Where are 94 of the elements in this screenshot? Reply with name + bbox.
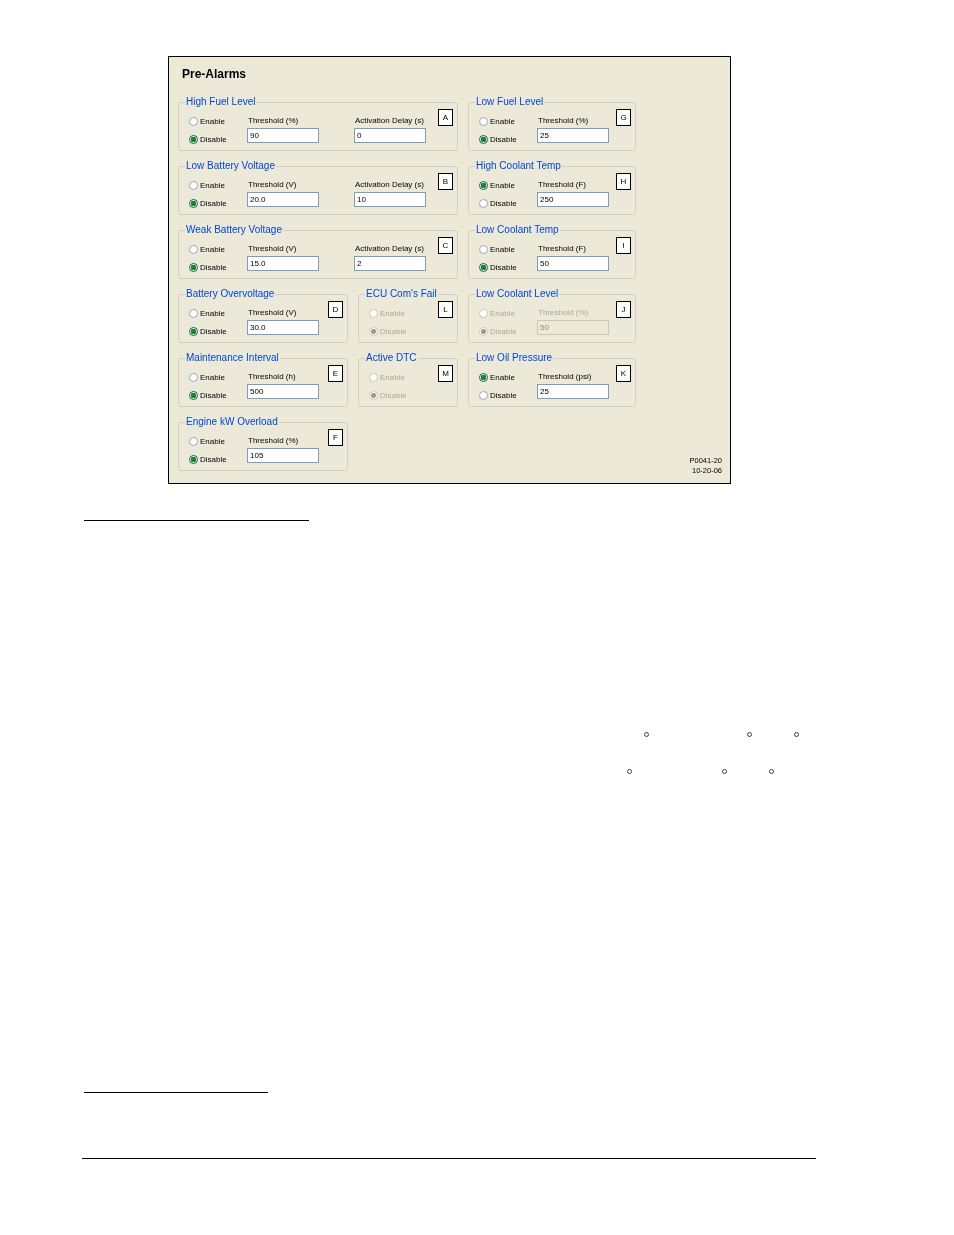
enable-radio[interactable]: Enable	[189, 368, 225, 386]
threshold-field[interactable]: 90	[247, 128, 319, 143]
threshold-field[interactable]: 30.0	[247, 320, 319, 335]
radio-icon[interactable]	[189, 454, 198, 464]
threshold-label: Threshold (F)	[538, 180, 586, 190]
group-title: Active DTC	[365, 352, 418, 364]
disable-radio[interactable]: Disable	[189, 194, 227, 212]
callout-letter: F	[328, 429, 343, 446]
enable-radio[interactable]: Enable	[189, 304, 225, 322]
delay-label: Activation Delay (s)	[355, 180, 424, 190]
radio-icon[interactable]	[189, 262, 198, 272]
radio-icon[interactable]	[479, 116, 488, 126]
radio-icon[interactable]	[189, 372, 198, 382]
group-title: Low Coolant Temp	[475, 224, 560, 236]
radio-icon[interactable]	[479, 262, 488, 272]
group-title: High Fuel Level	[185, 96, 257, 108]
callout-letter: D	[328, 301, 343, 318]
enable-radio[interactable]: Enable	[189, 240, 225, 258]
enable-radio[interactable]: Enable	[189, 112, 225, 130]
callout-letter: A	[438, 109, 453, 126]
disable-radio[interactable]: Disable	[189, 322, 227, 340]
panel-title: Pre-Alarms	[182, 67, 247, 81]
group-title: Battery Overvoltage	[185, 288, 276, 300]
enable-radio[interactable]: Enable	[479, 112, 515, 130]
disable-radio[interactable]: Disable	[189, 258, 227, 276]
group-title: Weak Battery Voltage	[185, 224, 283, 236]
delay-label: Activation Delay (s)	[355, 116, 424, 126]
group-title: Low Oil Pressure	[475, 352, 554, 364]
radio-icon[interactable]	[189, 198, 198, 208]
threshold-field[interactable]: 25	[537, 128, 609, 143]
group-title: Low Fuel Level	[475, 96, 545, 108]
group-title: Low Battery Voltage	[185, 160, 276, 172]
callout-letter: C	[438, 237, 453, 254]
group-title: High Coolant Temp	[475, 160, 562, 172]
threshold-field[interactable]: 20.0	[247, 192, 319, 207]
threshold-field[interactable]: 25	[537, 384, 609, 399]
threshold-field[interactable]: 50	[537, 256, 609, 271]
threshold-label: Threshold (%)	[248, 436, 299, 446]
radio-icon[interactable]	[479, 244, 488, 254]
callout-letter: B	[438, 173, 453, 190]
disable-radio[interactable]: Disable	[479, 194, 517, 212]
radio-icon[interactable]	[189, 326, 198, 336]
group-title: Low Coolant Level	[475, 288, 560, 300]
threshold-label: Threshold (V)	[248, 308, 297, 318]
threshold-label: Threshold (h)	[248, 372, 296, 382]
callout-letter: K	[616, 365, 631, 382]
threshold-label: Threshold (V)	[248, 180, 297, 190]
delay-label: Activation Delay (s)	[355, 244, 424, 254]
radio-icon[interactable]	[189, 390, 198, 400]
radio-icon[interactable]	[189, 116, 198, 126]
disable-radio[interactable]: Disable	[479, 130, 517, 148]
threshold-field[interactable]: 250	[537, 192, 609, 207]
enable-radio[interactable]: Enable	[479, 240, 515, 258]
callout-letter: J	[616, 301, 631, 318]
threshold-field[interactable]: 105	[247, 448, 319, 463]
callout-letter: M	[438, 365, 453, 382]
threshold-label: Threshold (V)	[248, 244, 297, 254]
callout-letter: I	[616, 237, 631, 254]
radio-icon[interactable]	[189, 180, 198, 190]
threshold-label: Threshold (psi)	[538, 372, 592, 382]
threshold-label: Threshold (%)	[248, 116, 299, 126]
callout-letter: H	[616, 173, 631, 190]
threshold-label: Threshold (F)	[538, 244, 586, 254]
threshold-label: Threshold (%)	[538, 308, 589, 318]
radio-icon[interactable]	[479, 390, 488, 400]
disable-radio[interactable]: Disable	[189, 450, 227, 468]
disable-radio[interactable]: Disable	[189, 130, 227, 148]
radio-icon[interactable]	[189, 436, 198, 446]
radio-icon[interactable]	[189, 134, 198, 144]
enable-radio[interactable]: Enable	[479, 176, 515, 194]
threshold-field[interactable]: 500	[247, 384, 319, 399]
radio-icon[interactable]	[189, 244, 198, 254]
delay-field[interactable]: 10	[354, 192, 426, 207]
radio-icon[interactable]	[479, 198, 488, 208]
threshold-label: Threshold (%)	[538, 116, 589, 126]
enable-radio[interactable]: Enable	[189, 432, 225, 450]
threshold-field[interactable]: 15.0	[247, 256, 319, 271]
disable-radio[interactable]: Disable	[479, 386, 517, 404]
radio-icon[interactable]	[479, 180, 488, 190]
delay-field[interactable]: 0	[354, 128, 426, 143]
disable-radio[interactable]: Disable	[479, 258, 517, 276]
group-title: Engine kW Overload	[185, 416, 279, 428]
enable-radio[interactable]: Enable	[189, 176, 225, 194]
group-title: ECU Com's Fail	[365, 288, 438, 300]
radio-icon[interactable]	[479, 134, 488, 144]
group-title: Maintenance Interval	[185, 352, 280, 364]
delay-field[interactable]: 2	[354, 256, 426, 271]
radio-icon[interactable]	[479, 372, 488, 382]
disable-radio[interactable]: Disable	[189, 386, 227, 404]
radio-icon[interactable]	[189, 308, 198, 318]
callout-letter: L	[438, 301, 453, 318]
callout-letter: E	[328, 365, 343, 382]
enable-radio[interactable]: Enable	[479, 368, 515, 386]
callout-letter: G	[616, 109, 631, 126]
